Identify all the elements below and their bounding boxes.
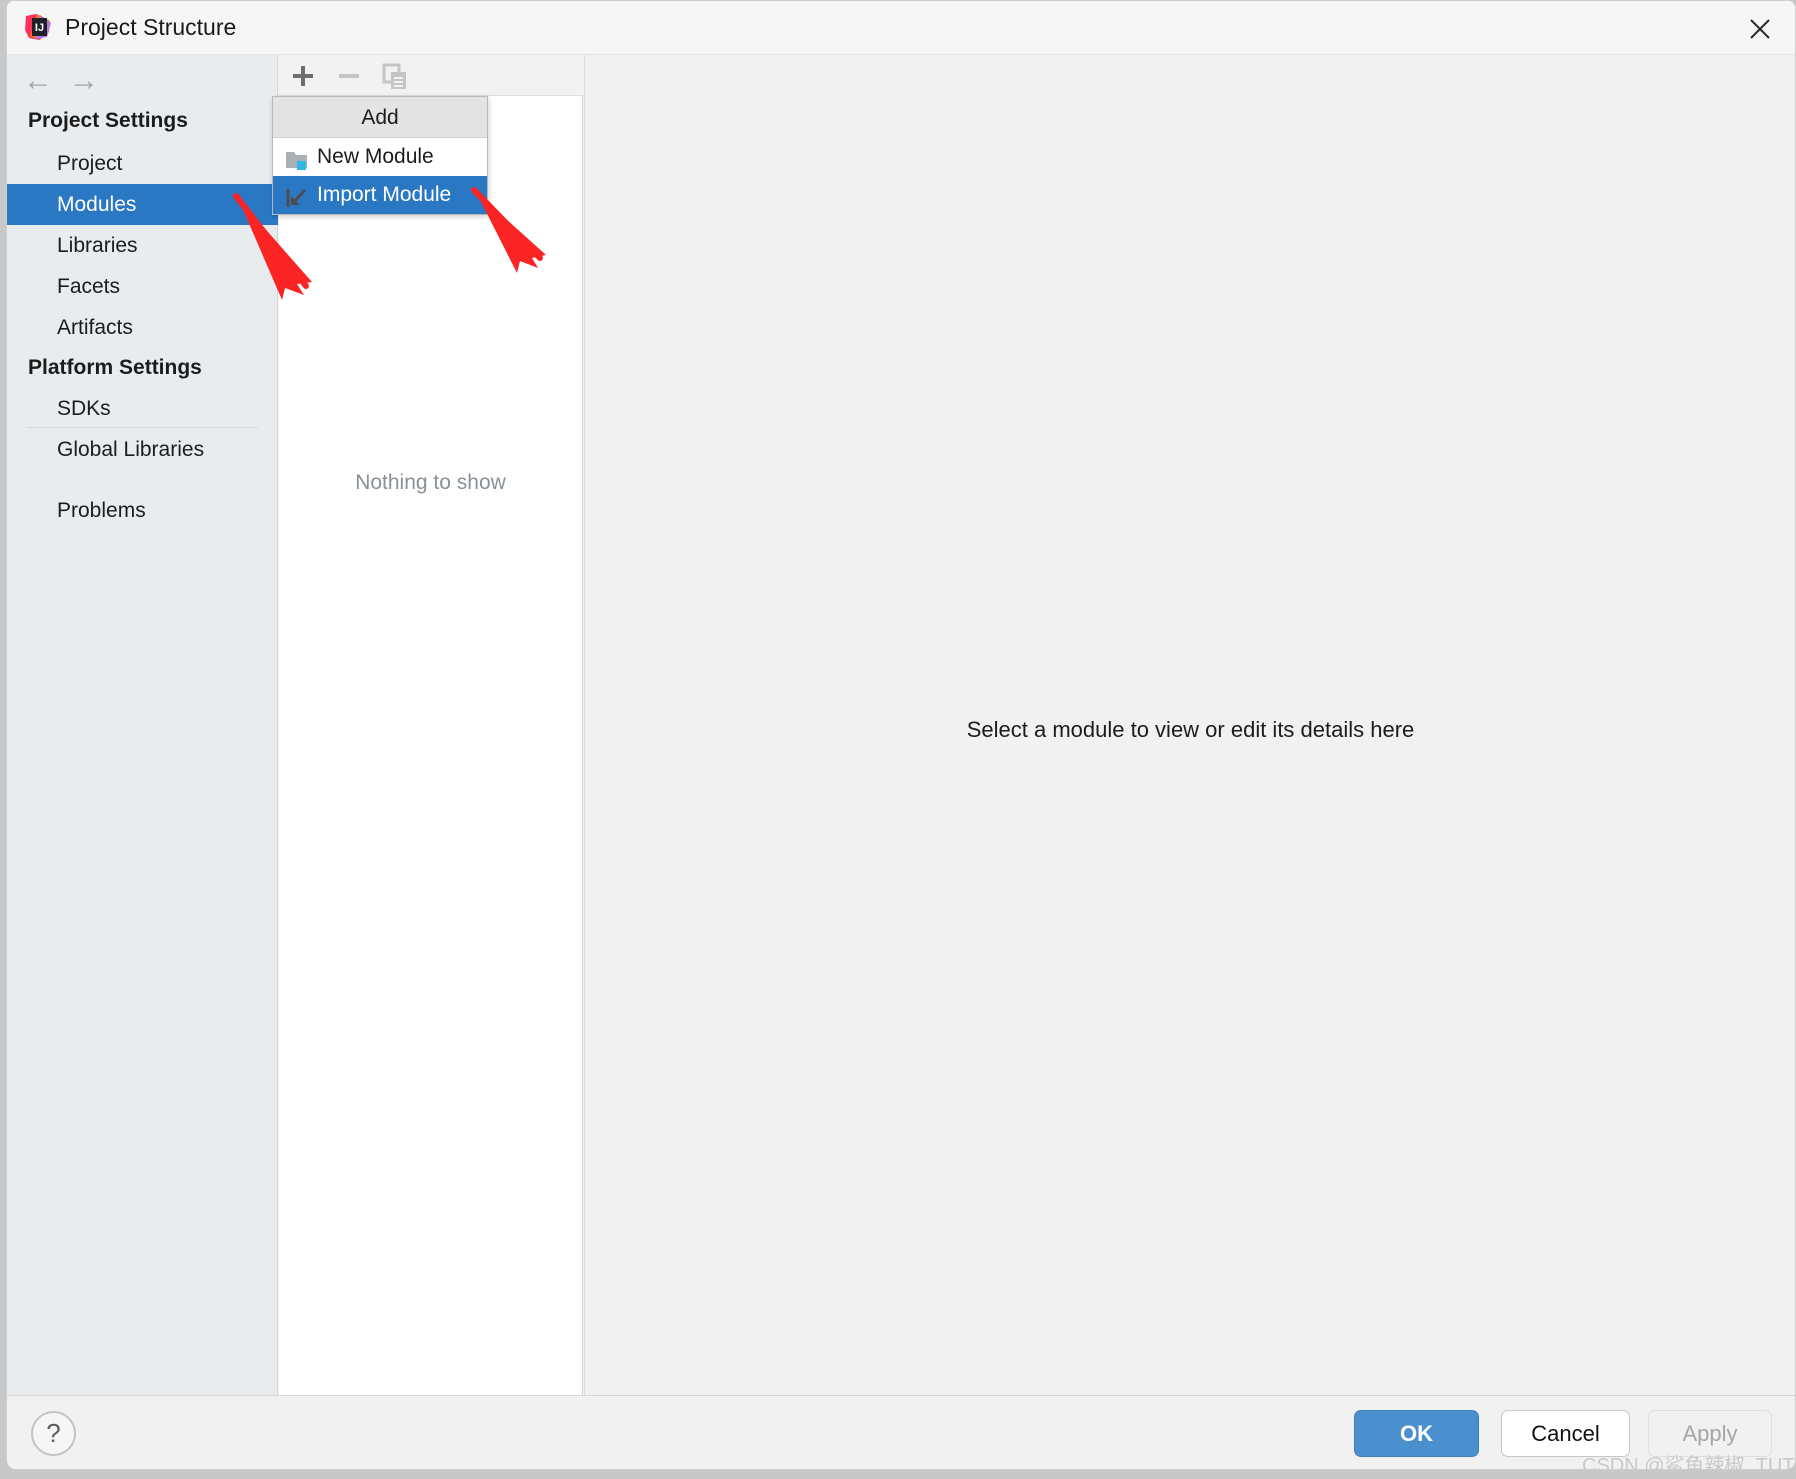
modules-list[interactable]: Nothing to show — [279, 96, 583, 1396]
sidebar-item-libraries[interactable]: Libraries — [7, 225, 278, 266]
menu-item-import-module-label: Import Module — [317, 183, 452, 206]
sidebar-item-artifacts[interactable]: Artifacts — [7, 307, 278, 348]
title-bar: IJ Project Structure — [7, 1, 1795, 55]
settings-sidebar: ← → Project Settings Project Modules Lib… — [7, 55, 278, 1396]
sidebar-group-platform-settings: Platform Settings — [28, 356, 202, 379]
sidebar-item-modules[interactable]: Modules — [7, 184, 278, 225]
sidebar-item-sdks[interactable]: SDKs — [7, 388, 278, 429]
csdn-watermark: CSDN @鲨鱼辣椒_TUT — [1582, 1455, 1795, 1477]
add-popup-header: Add — [273, 97, 487, 138]
add-popup-menu: Add New Module Import Module — [272, 96, 488, 215]
menu-item-import-module[interactable]: Import Module — [273, 176, 487, 214]
window-title: Project Structure — [65, 14, 237, 40]
sidebar-item-problems[interactable]: Problems — [7, 490, 278, 531]
import-module-arrow-icon — [285, 184, 309, 207]
modules-list-panel: Nothing to show — [279, 55, 583, 1396]
menu-item-new-module-label: New Module — [317, 145, 434, 168]
copy-button[interactable] — [377, 58, 413, 94]
sidebar-item-project[interactable]: Project — [7, 143, 278, 184]
menu-item-new-module[interactable]: New Module — [273, 138, 487, 176]
sidebar-group-project-settings: Project Settings — [28, 109, 188, 132]
project-structure-dialog: IJ Project Structure ← → Project Setting… — [6, 0, 1796, 1470]
module-details-panel: Select a module to view or edit its deta… — [584, 55, 1795, 1396]
intellij-idea-icon: IJ — [23, 12, 53, 42]
modules-toolbar — [279, 55, 583, 96]
add-button[interactable] — [285, 58, 321, 94]
sidebar-nav-arrows: ← → — [7, 55, 277, 107]
new-module-folder-icon — [285, 146, 309, 170]
svg-text:IJ: IJ — [35, 22, 44, 34]
forward-arrow-icon[interactable]: → — [65, 65, 103, 99]
sidebar-item-facets[interactable]: Facets — [7, 266, 278, 307]
remove-button[interactable] — [331, 58, 367, 94]
back-arrow-icon[interactable]: ← — [19, 65, 57, 99]
sidebar-divider — [27, 427, 258, 428]
sidebar-item-global-libraries[interactable]: Global Libraries — [7, 429, 278, 470]
dialog-footer: ? OK Cancel Apply — [7, 1395, 1795, 1469]
close-icon[interactable] — [1739, 8, 1781, 48]
screen-root: IJ Project Structure ← → Project Setting… — [0, 0, 1796, 1479]
module-details-hint: Select a module to view or edit its deta… — [966, 717, 1415, 742]
help-button[interactable]: ? — [31, 1411, 76, 1456]
ok-button[interactable]: OK — [1354, 1410, 1479, 1457]
modules-empty-text: Nothing to show — [355, 471, 506, 494]
